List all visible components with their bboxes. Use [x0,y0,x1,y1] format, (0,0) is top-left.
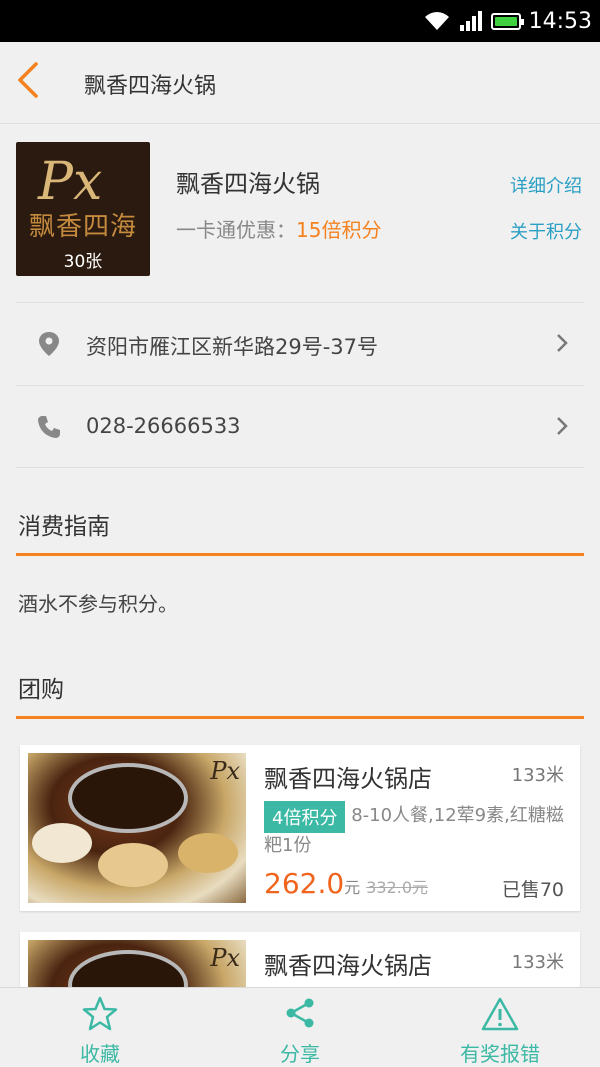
logo-monogram: Px [38,152,103,212]
share-button[interactable]: 分享 [200,988,400,1067]
favorite-button[interactable]: 收藏 [0,988,200,1067]
deal-price-unit: 元 [344,878,361,897]
guide-underline [16,553,584,556]
deal-distance: 133米 [511,952,564,973]
photo-count: 30张 [63,252,103,272]
status-bar: 14:53 [0,0,600,42]
store-logo[interactable]: Px 飘香四海 30张 [16,142,150,276]
phone-text: 028-26666533 [86,414,241,438]
battery-icon [490,12,524,30]
back-button[interactable] [16,60,56,106]
deal-points-tag: 4倍积分 [264,801,346,833]
top-bar: 飘香四海火锅 [0,42,600,124]
deal-card[interactable]: Px 飘香四海火锅店 133米 4倍积分 8-10人餐,12荤9素,红糖糍粑1份… [20,745,580,911]
guide-title: 消费指南 [18,514,110,540]
phone-row[interactable]: 028-26666533 [16,385,584,467]
divider [16,467,584,468]
deal-price: 262.0元 332.0元 [264,867,428,900]
promo-label: 一卡通优惠： [176,218,296,242]
group-buy-underline [16,716,584,719]
bottom-action-bar: 收藏 分享 有奖报错 [0,987,600,1067]
deal-distance: 133米 [511,765,564,786]
deal-name: 飘香四海火锅店 [264,952,432,980]
signal-icon [459,11,482,31]
group-buy-title: 团购 [18,677,64,703]
share-label: 分享 [280,1042,320,1066]
wifi-icon [424,12,449,30]
address-text: 资阳市雁江区新华路29号-37号 [86,335,379,359]
favorite-label: 收藏 [80,1042,120,1066]
deal-original-price: 332.0元 [366,878,428,897]
report-error-label: 有奖报错 [460,1042,540,1066]
points-info-link[interactable]: 关于积分 [510,218,582,244]
deal-sold-count: 已售70 [501,879,564,901]
location-pin-icon [39,332,59,356]
chevron-right-icon [557,334,568,352]
promo-value: 15倍积分 [296,218,382,242]
store-header: Px 飘香四海 30张 飘香四海火锅 一卡通优惠：15倍积分 详细介绍 关于积分 [0,124,600,302]
detail-link[interactable]: 详细介绍 [510,172,582,198]
clock: 14:53 [528,8,592,34]
promo-line: 一卡通优惠：15倍积分 [176,214,381,243]
phone-icon [38,416,60,438]
address-row[interactable]: 资阳市雁江区新华路29号-37号 [16,302,584,384]
deal-name: 飘香四海火锅店 [264,765,432,793]
report-error-button[interactable]: 有奖报错 [400,988,600,1067]
logo-text: 飘香四海 [28,212,137,242]
deal-price-value: 262.0 [264,867,345,900]
back-arrow-icon [18,62,38,98]
store-name: 飘香四海火锅 [176,170,320,198]
warning-icon [481,997,519,1031]
star-icon [82,996,118,1031]
chevron-right-icon [557,417,568,435]
deal-photo: Px [28,753,246,903]
guide-text: 酒水不参与积分。 [18,592,178,616]
share-icon [286,998,314,1028]
page-title: 飘香四海火锅 [84,74,217,99]
